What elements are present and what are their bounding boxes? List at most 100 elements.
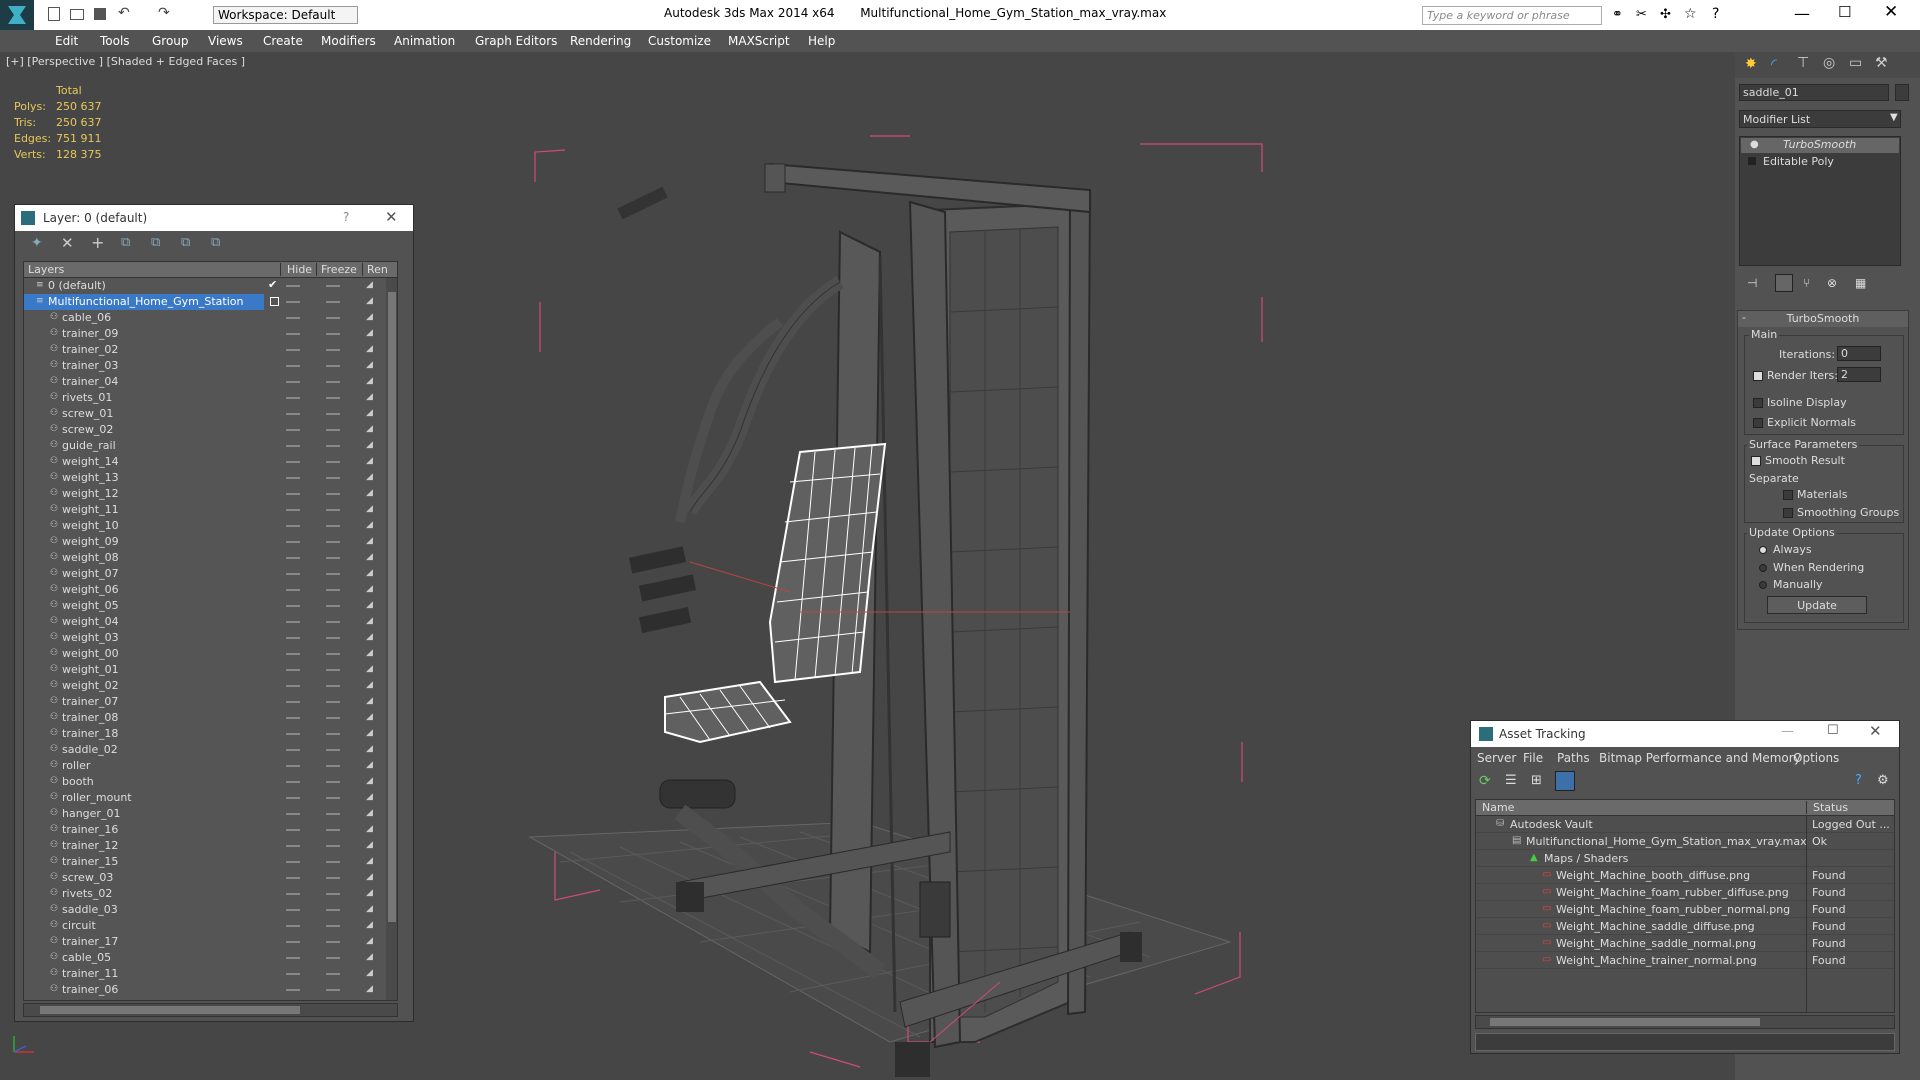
- close-icon[interactable]: ✕: [1884, 2, 1898, 22]
- maximize-icon[interactable]: ☐: [1827, 723, 1839, 738]
- render-iters-checkbox[interactable]: [1753, 371, 1763, 381]
- hide-toggle[interactable]: [286, 621, 300, 623]
- freeze-toggle[interactable]: [326, 605, 340, 607]
- freeze-toggle[interactable]: [326, 557, 340, 559]
- layer-object-row[interactable]: ⚇ weight_03 ◢: [24, 630, 384, 646]
- layer-object-row[interactable]: ⚇ rivets_01 ◢: [24, 390, 384, 406]
- hide-toggle[interactable]: [286, 365, 300, 367]
- asset-menu-options[interactable]: Options: [1793, 751, 1839, 765]
- render-toggle[interactable]: ◢: [366, 840, 373, 850]
- render-toggle[interactable]: ◢: [366, 872, 373, 882]
- render-toggle[interactable]: ◢: [366, 504, 373, 514]
- freeze-toggle[interactable]: [326, 861, 340, 863]
- render-toggle[interactable]: ◢: [366, 632, 373, 642]
- freeze-toggle[interactable]: [326, 813, 340, 815]
- freeze-toggle[interactable]: [326, 493, 340, 495]
- layer-object-row[interactable]: ⚇ trainer_15 ◢: [24, 854, 384, 870]
- hide-toggle[interactable]: [286, 797, 300, 799]
- hide-toggle[interactable]: [286, 381, 300, 383]
- asset-row[interactable]: ▤ Multifunctional_Home_Gym_Station_max_vr…: [1476, 833, 1894, 850]
- layer-object-row[interactable]: ⚇ roller_mount ◢: [24, 790, 384, 806]
- freeze-toggle[interactable]: [326, 749, 340, 751]
- render-toggle[interactable]: ◢: [366, 392, 373, 402]
- render-toggle[interactable]: ◢: [366, 968, 373, 978]
- freeze-toggle[interactable]: [326, 989, 340, 991]
- hide-toggle[interactable]: [286, 317, 300, 319]
- hide-toggle[interactable]: [286, 941, 300, 943]
- col-layers[interactable]: Layers: [28, 263, 64, 276]
- freeze-toggle[interactable]: [326, 941, 340, 943]
- freeze-toggle[interactable]: [326, 381, 340, 383]
- layer-object-row[interactable]: ⚇ hanger_01 ◢: [24, 806, 384, 822]
- asset-table[interactable]: Name Status ⛁ Autodesk Vault Logged Out ..…: [1475, 799, 1895, 1013]
- object-name-field[interactable]: saddle_01: [1739, 84, 1889, 101]
- open-icon[interactable]: [70, 9, 84, 20]
- hide-toggle[interactable]: [286, 781, 300, 783]
- freeze-toggle[interactable]: [326, 525, 340, 527]
- utilities-tab-icon[interactable]: ⚒: [1875, 55, 1888, 71]
- render-toggle[interactable]: ◢: [366, 648, 373, 658]
- hide-toggle[interactable]: [286, 637, 300, 639]
- freeze-toggle[interactable]: [326, 301, 340, 303]
- asset-menu-paths[interactable]: Paths: [1557, 751, 1590, 765]
- asset-menu-file[interactable]: File: [1523, 751, 1543, 765]
- hide-toggle[interactable]: [286, 541, 300, 543]
- col-name[interactable]: Name: [1482, 801, 1514, 814]
- add-to-layer-icon[interactable]: +: [91, 233, 104, 252]
- hide-toggle[interactable]: [286, 461, 300, 463]
- layer-object-row[interactable]: ⚇ trainer_08 ◢: [24, 710, 384, 726]
- hide-toggle[interactable]: [286, 701, 300, 703]
- freeze-toggle[interactable]: [326, 781, 340, 783]
- layer-object-row[interactable]: ⚇ weight_05 ◢: [24, 598, 384, 614]
- render-toggle[interactable]: ◢: [366, 440, 373, 450]
- render-toggle[interactable]: ◢: [366, 296, 373, 306]
- freeze-toggle[interactable]: [326, 429, 340, 431]
- col-status[interactable]: Status: [1806, 801, 1886, 814]
- expand-icon[interactable]: [1748, 157, 1756, 165]
- help-icon[interactable]: ?: [1712, 6, 1719, 22]
- freeze-toggle[interactable]: [326, 445, 340, 447]
- stack-item-editable-poly[interactable]: Editable Poly: [1741, 155, 1899, 170]
- binoculars-icon[interactable]: ⚭: [1612, 7, 1623, 22]
- save-icon[interactable]: [94, 8, 106, 20]
- asset-row[interactable]: ▭ Weight_Machine_saddle_diffuse.png Found: [1476, 918, 1894, 935]
- render-toggle[interactable]: ◢: [366, 584, 373, 594]
- layer-object-row[interactable]: ⚇ rivets_02 ◢: [24, 886, 384, 902]
- layer-object-row[interactable]: ⚇ weight_06 ◢: [24, 582, 384, 598]
- freeze-toggle[interactable]: [326, 589, 340, 591]
- asset-row[interactable]: ▭ Weight_Machine_booth_diffuse.png Found: [1476, 867, 1894, 884]
- freeze-toggle[interactable]: [326, 685, 340, 687]
- tools2-icon[interactable]: ✣: [1660, 7, 1671, 22]
- hide-toggle[interactable]: [286, 845, 300, 847]
- asset-row[interactable]: ▲ Maps / Shaders: [1476, 850, 1894, 867]
- hide-toggle[interactable]: [286, 989, 300, 991]
- freeze-toggle[interactable]: [326, 957, 340, 959]
- layer-row-selected[interactable]: ≡ Multifunctional_Home_Gym_Station ◢: [24, 294, 373, 310]
- display-tab-icon[interactable]: ▭: [1849, 55, 1862, 71]
- iterations-spinner[interactable]: 0: [1837, 346, 1881, 361]
- freeze-toggle[interactable]: [326, 909, 340, 911]
- render-toggle[interactable]: ◢: [366, 472, 373, 482]
- render-toggle[interactable]: ◢: [366, 792, 373, 802]
- hide-toggle[interactable]: [286, 909, 300, 911]
- redo-icon[interactable]: ↷: [158, 5, 170, 21]
- freeze-toggle[interactable]: [326, 653, 340, 655]
- layer-object-row[interactable]: ⚇ cable_06 ◢: [24, 310, 384, 326]
- menu-modifiers[interactable]: Modifiers: [321, 34, 376, 48]
- asset-row[interactable]: ▭ Weight_Machine_foam_rubber_diffuse.png F…: [1476, 884, 1894, 901]
- delete-layer-icon[interactable]: ✕: [61, 234, 74, 252]
- layer-object-row[interactable]: ⚇ weight_00 ◢: [24, 646, 384, 662]
- render-toggle[interactable]: ◢: [366, 616, 373, 626]
- layer-object-row[interactable]: ⚇ screw_01 ◢: [24, 406, 384, 422]
- hide-toggle[interactable]: [286, 589, 300, 591]
- refresh-icon[interactable]: ⟳: [1479, 773, 1491, 789]
- explicit-normals-checkbox[interactable]: [1753, 418, 1763, 428]
- freeze-toggle[interactable]: [326, 701, 340, 703]
- layer-object-row[interactable]: ⚇ circuit ◢: [24, 918, 384, 934]
- freeze-toggle[interactable]: [326, 637, 340, 639]
- render-toggle[interactable]: ◢: [366, 712, 373, 722]
- render-toggle[interactable]: ◢: [366, 552, 373, 562]
- freeze-toggle[interactable]: [326, 285, 340, 287]
- render-toggle[interactable]: ◢: [366, 456, 373, 466]
- hide-toggle[interactable]: [286, 333, 300, 335]
